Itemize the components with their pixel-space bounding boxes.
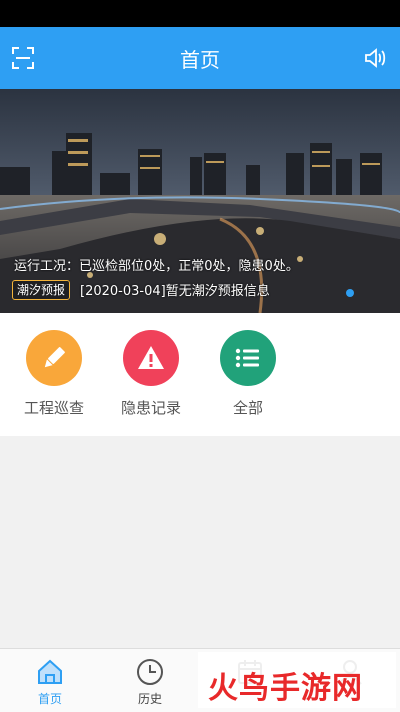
function-grid: 工程巡查 隐患记录 全部 (0, 313, 400, 436)
inspection-status-text: 运行工况：已巡检部位0处，正常0处，隐患0处。 (14, 259, 299, 274)
status-bar (0, 0, 400, 27)
hazard-record-label: 隐患记录 (120, 399, 181, 417)
tide-forecast-badge: 潮汐预报 (12, 280, 71, 300)
page-title: 首页 (180, 48, 220, 72)
inspection-label: 工程巡查 (23, 399, 84, 417)
all-button[interactable]: 全部 (203, 330, 293, 418)
tide-forecast-text: [2020-03-04]暂无潮汐预报信息 (80, 284, 270, 299)
tab-history-label: 历史 (137, 692, 162, 706)
list-icon (220, 330, 276, 386)
watermark-logo: 火鸟手游网 (198, 652, 396, 708)
banner-carousel[interactable]: 运行工况：已巡检部位0处，正常0处，隐患0处。 潮汐预报 [2020-03-04… (0, 89, 400, 313)
home-icon (10, 655, 90, 689)
tab-home[interactable]: 首页 (10, 649, 90, 707)
inspection-button[interactable]: 工程巡查 (9, 330, 99, 418)
pencil-icon (26, 330, 82, 386)
speaker-icon[interactable] (364, 47, 388, 69)
all-label: 全部 (232, 399, 263, 417)
clock-icon (110, 655, 190, 689)
app-header: 首页 (0, 27, 400, 89)
tab-history[interactable]: 历史 (110, 649, 190, 707)
watermark-text: 火鸟手游网 (208, 671, 363, 706)
carousel-indicator[interactable] (346, 289, 354, 297)
warning-icon (123, 330, 179, 386)
tab-home-label: 首页 (37, 692, 62, 706)
hazard-record-button[interactable]: 隐患记录 (106, 330, 196, 418)
